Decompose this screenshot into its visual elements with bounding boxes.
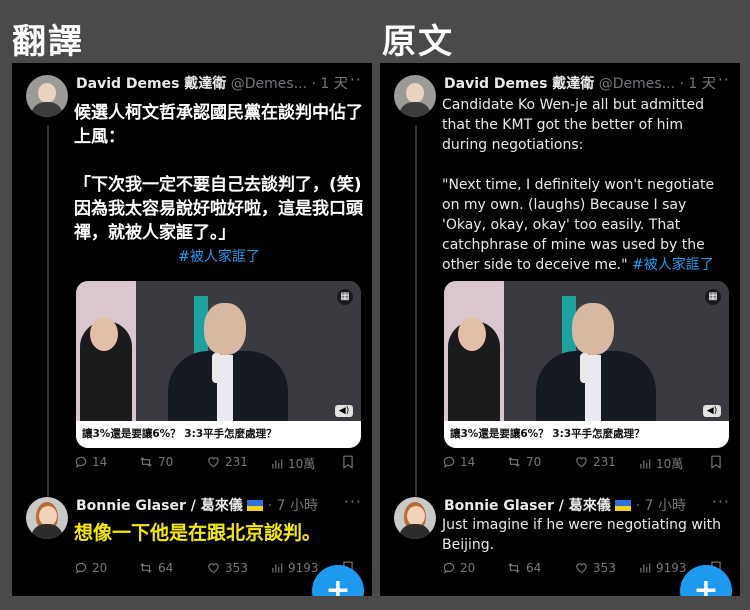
- plus-icon: +: [693, 573, 719, 596]
- like-button[interactable]: 353: [574, 561, 616, 575]
- plus-icon: +: [325, 573, 351, 596]
- avatar[interactable]: [394, 75, 436, 117]
- heart-icon: [576, 563, 587, 574]
- views-icon: [640, 563, 651, 573]
- like-button[interactable]: 231: [574, 455, 616, 469]
- media-badge-icon: ▦: [337, 289, 353, 305]
- reply-icon: [75, 456, 87, 468]
- original-thread-panel: David Demes 戴達衛 @Demes... · 1 天 ··· Cand…: [380, 63, 740, 596]
- bookmark-icon: [711, 455, 721, 469]
- mute-icon[interactable]: ◀): [335, 405, 353, 417]
- tweet-text: Candidate Ko Wen-je all but admitted tha…: [442, 97, 715, 273]
- translated-thread-panel: David Demes 戴達衛 @Demes... · 1 天 ··· 候選人柯…: [12, 63, 372, 596]
- tweet-header: Bonnie Glaser / 葛來儀 · 7 小時: [444, 495, 734, 515]
- ukraine-flag-icon: [247, 500, 264, 511]
- views-button[interactable]: 9193: [270, 561, 319, 575]
- video-caption: 讓3%還是要讓6%？ 3:3平手怎麼處理？: [444, 421, 729, 448]
- video-thumbnail[interactable]: ▦ ◀) 讓3%還是要讓6%？ 3:3平手怎麼處理？: [444, 281, 729, 448]
- ukraine-flag-icon: [615, 500, 632, 511]
- author-handle-time[interactable]: · 7 小時: [268, 498, 318, 514]
- author-name[interactable]: Bonnie Glaser / 葛來儀: [76, 498, 243, 514]
- views-icon: [272, 459, 283, 469]
- retweet-icon: [508, 563, 520, 573]
- bookmark-button[interactable]: [710, 455, 726, 469]
- video-caption: 讓3%還是要讓6%？ 3:3平手怎麼處理？: [76, 421, 361, 448]
- video-thumbnail[interactable]: ▦ ◀) 讓3%還是要讓6%？ 3:3平手怎麼處理？: [76, 281, 361, 448]
- more-icon[interactable]: ···: [344, 492, 362, 511]
- reply-icon: [443, 456, 455, 468]
- more-icon[interactable]: ···: [712, 70, 730, 89]
- tweet-actions: 14 70 231 10萬: [74, 455, 362, 475]
- reply-button[interactable]: 14: [74, 455, 107, 469]
- tweet-header: David Demes 戴達衛 @Demes... · 1 天: [444, 73, 734, 93]
- avatar[interactable]: [26, 75, 68, 117]
- author-name[interactable]: David Demes 戴達衛: [76, 76, 226, 92]
- author-handle-time[interactable]: @Demes... · 1 天: [231, 76, 348, 92]
- bookmark-button[interactable]: [342, 455, 358, 469]
- views-button[interactable]: 9193: [638, 561, 687, 575]
- views-button[interactable]: 10萬: [638, 455, 683, 472]
- views-button[interactable]: 10萬: [270, 455, 315, 472]
- retweet-button[interactable]: 70: [138, 455, 173, 469]
- avatar[interactable]: [26, 497, 68, 539]
- retweet-button[interactable]: 64: [138, 561, 173, 575]
- author-name[interactable]: David Demes 戴達衛: [444, 76, 594, 92]
- reply-button[interactable]: 20: [442, 561, 475, 575]
- views-icon: [272, 563, 283, 573]
- retweet-button[interactable]: 64: [506, 561, 541, 575]
- reply-button[interactable]: 20: [74, 561, 107, 575]
- avatar[interactable]: [394, 497, 436, 539]
- heart-icon: [208, 563, 219, 574]
- original-heading: 原文: [382, 22, 454, 62]
- more-icon[interactable]: ···: [344, 70, 362, 89]
- reply-icon: [75, 562, 87, 574]
- author-handle-time[interactable]: · 7 小時: [636, 498, 686, 514]
- media-badge-icon: ▦: [705, 289, 721, 305]
- views-icon: [640, 459, 651, 469]
- reply-button[interactable]: 14: [442, 455, 475, 469]
- mute-icon[interactable]: ◀): [703, 405, 721, 417]
- tweet-actions: 14 70 231 10萬: [442, 455, 730, 475]
- like-button[interactable]: 353: [206, 561, 248, 575]
- tweet-header: Bonnie Glaser / 葛來儀 · 7 小時: [76, 495, 366, 515]
- tweet-text: 候選人柯文哲承認國民黨在談判中佔了上風： 「下次我一定不要自己去談判了，(笑)因…: [74, 101, 364, 269]
- retweet-icon: [140, 563, 152, 573]
- tweet-text: 想像一下他是在跟北京談判。: [74, 522, 322, 544]
- reply-icon: [443, 562, 455, 574]
- author-handle-time[interactable]: @Demes... · 1 天: [599, 76, 716, 92]
- more-icon[interactable]: ···: [712, 492, 730, 511]
- heart-icon: [208, 457, 219, 468]
- hashtag-link[interactable]: #被人家誆了: [632, 257, 714, 273]
- bookmark-icon: [343, 455, 353, 469]
- thread-connector: [415, 125, 417, 531]
- hashtag-link[interactable]: #被人家誆了: [74, 245, 364, 269]
- retweet-icon: [508, 457, 520, 467]
- retweet-icon: [140, 457, 152, 467]
- retweet-button[interactable]: 70: [506, 455, 541, 469]
- author-name[interactable]: Bonnie Glaser / 葛來儀: [444, 498, 611, 514]
- translated-heading: 翻譯: [12, 22, 84, 62]
- tweet-header: David Demes 戴達衛 @Demes... · 1 天: [76, 73, 366, 93]
- like-button[interactable]: 231: [206, 455, 248, 469]
- tweet-text: Just imagine if he were negotiating with…: [442, 517, 722, 553]
- thread-connector: [47, 125, 49, 531]
- heart-icon: [576, 457, 587, 468]
